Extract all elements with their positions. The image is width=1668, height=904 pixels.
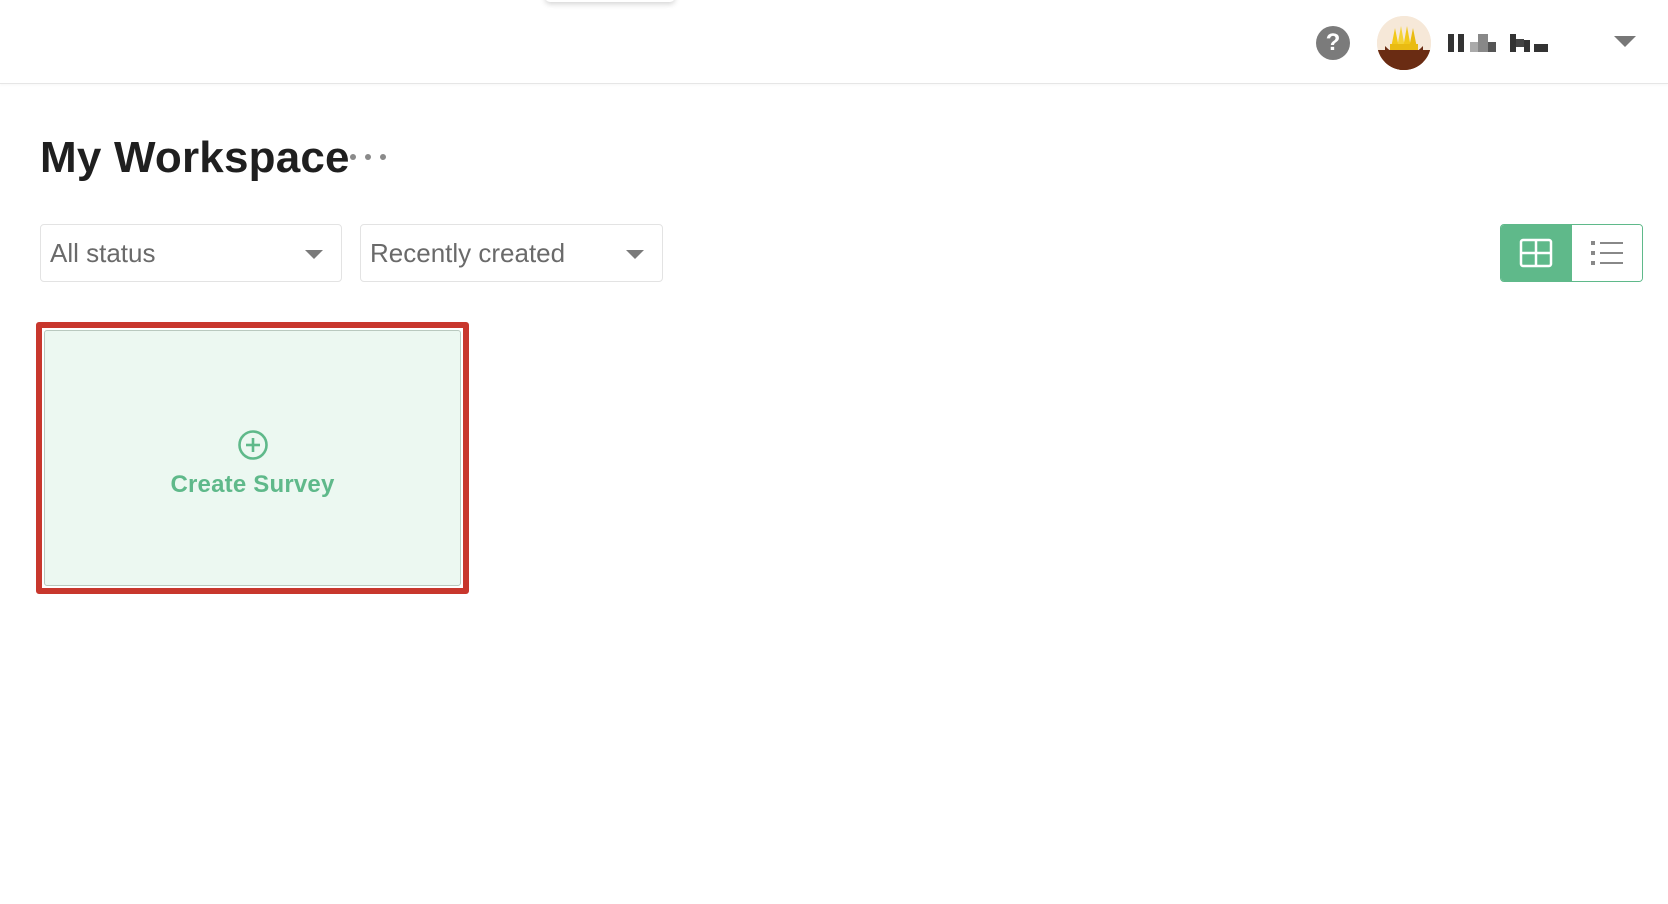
page-title: My Workspace	[40, 133, 350, 182]
user-avatar[interactable]	[1377, 16, 1431, 70]
grid-view-icon	[1520, 238, 1553, 268]
status-filter-value: All status	[50, 238, 156, 268]
avatar-image	[1377, 16, 1431, 70]
list-view-button[interactable]	[1571, 225, 1642, 281]
create-survey-card-body: Create Survey	[44, 330, 461, 586]
chevron-down-icon[interactable]	[1614, 36, 1636, 47]
list-view-icon	[1590, 241, 1623, 265]
create-survey-card[interactable]: Create Survey	[36, 322, 469, 594]
plus-circle-icon	[237, 430, 268, 460]
top-tab-shadow	[545, 0, 675, 2]
ellipsis-icon[interactable]	[350, 142, 386, 172]
top-bar: ?	[0, 0, 1668, 84]
status-filter-select[interactable]: All status	[40, 224, 342, 282]
view-toggle	[1500, 224, 1643, 282]
grid-view-button[interactable]	[1501, 225, 1572, 281]
sort-value: Recently created	[370, 238, 566, 268]
sort-select[interactable]: Recently created	[360, 224, 663, 282]
user-name[interactable]	[1448, 28, 1548, 58]
caret-down-icon	[626, 250, 644, 259]
caret-down-icon	[305, 250, 323, 259]
question-circle-icon[interactable]: ?	[1316, 26, 1350, 60]
create-survey-label: Create Survey	[170, 471, 335, 498]
